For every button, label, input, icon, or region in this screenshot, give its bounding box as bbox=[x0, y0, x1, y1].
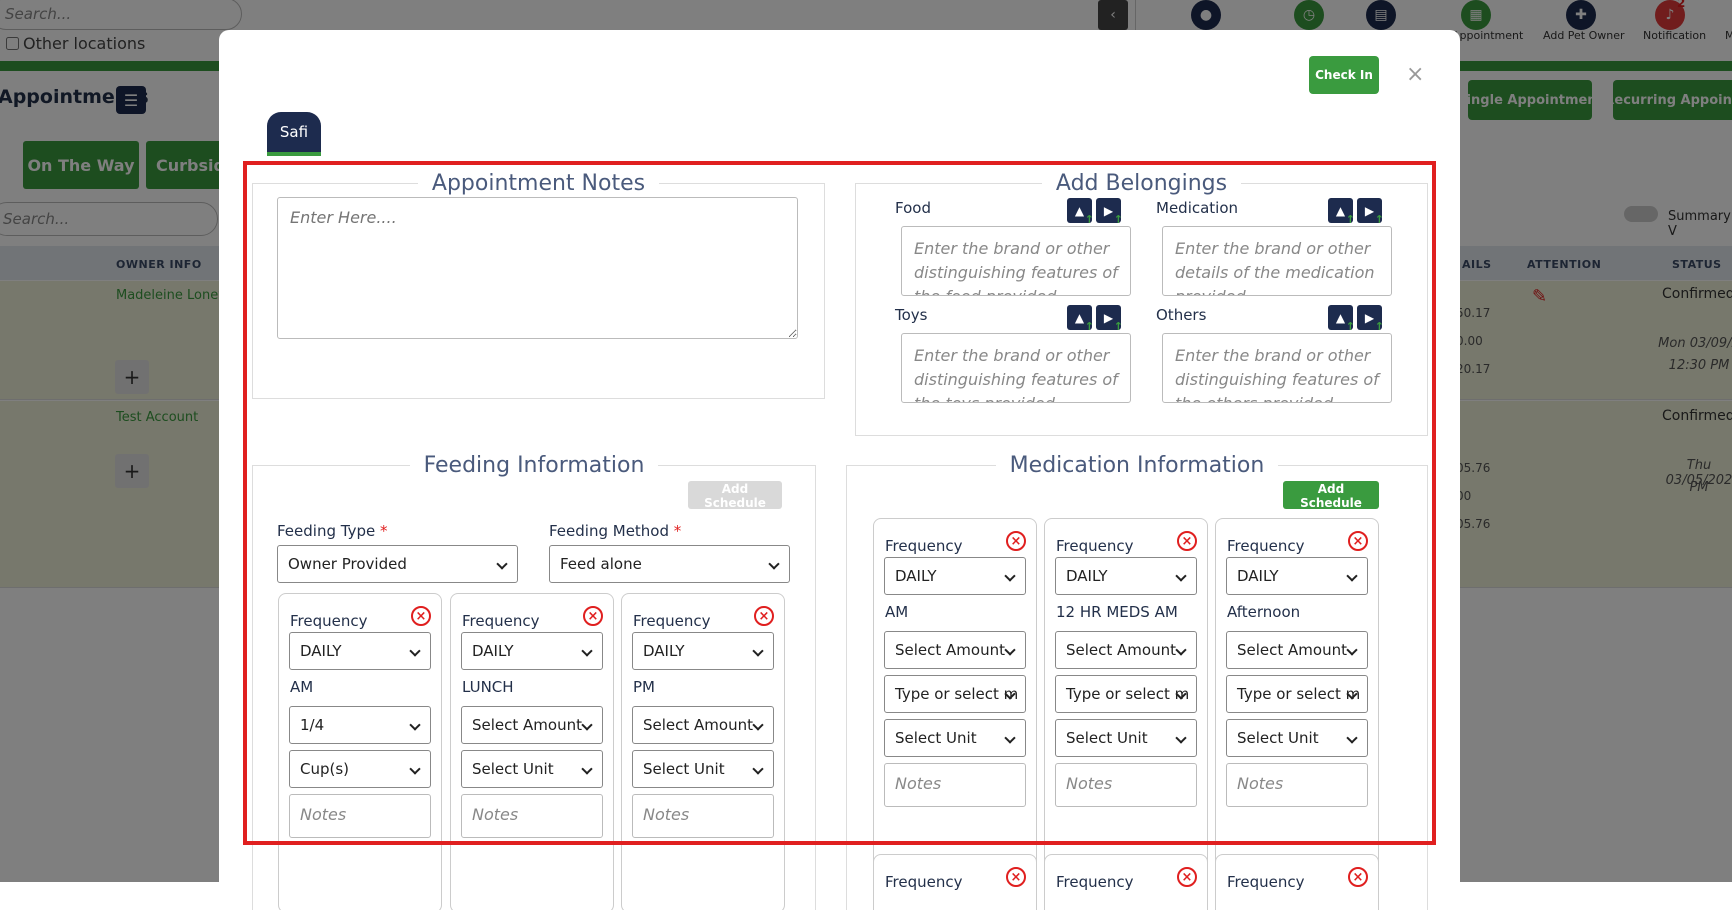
check-in-button[interactable]: Check In bbox=[1309, 56, 1379, 94]
schedule-time-label: 12 HR MEDS AM bbox=[1056, 603, 1178, 621]
medication-input[interactable]: Enter the brand or other details of the … bbox=[1162, 226, 1392, 296]
required-mark: * bbox=[673, 522, 682, 540]
feeding-type-select[interactable]: Owner Provided bbox=[277, 545, 518, 583]
frequency-label: Frequency bbox=[1056, 537, 1134, 555]
schedule-notes-input[interactable]: Notes bbox=[884, 763, 1026, 807]
others-input[interactable]: Enter the brand or other distinguishing … bbox=[1162, 333, 1392, 403]
food-upload-icons: ▲ ↑ ▶ ↑ bbox=[1067, 198, 1123, 226]
feeding-method-label: Feeding Method * bbox=[549, 522, 681, 540]
unit-select[interactable]: Select Unit bbox=[1055, 719, 1197, 757]
schedule-notes-input[interactable]: Notes bbox=[632, 794, 774, 838]
frequency-select[interactable]: DAILY bbox=[1055, 557, 1197, 595]
frequency-label: Frequency bbox=[1227, 537, 1305, 555]
frequency-label: Frequency bbox=[290, 612, 368, 630]
frequency-select[interactable]: DAILY bbox=[289, 632, 431, 670]
frequency-label: Frequency bbox=[633, 612, 711, 630]
feeding-title: Feeding Information bbox=[423, 453, 645, 478]
remove-schedule-icon[interactable]: × bbox=[1348, 531, 1368, 551]
medication-schedule-card: Frequency × DAILY 12 HR MEDS AM Select A… bbox=[1044, 518, 1208, 878]
remove-schedule-icon[interactable]: × bbox=[1006, 867, 1026, 887]
medication-schedule-card: Frequency × bbox=[1215, 854, 1379, 910]
schedule-time-label: Afternoon bbox=[1227, 603, 1301, 621]
feeding-add-schedule-button[interactable]: Add Schedule bbox=[688, 481, 782, 510]
toys-label: Toys bbox=[895, 306, 928, 324]
amount-select[interactable]: Select Amount bbox=[461, 706, 603, 744]
schedule-notes-input[interactable]: Notes bbox=[289, 794, 431, 838]
image-upload-icon[interactable]: ▲ ↑ bbox=[1328, 305, 1355, 333]
frequency-label: Frequency bbox=[1056, 873, 1134, 891]
schedule-notes-input[interactable]: Notes bbox=[1055, 763, 1197, 807]
amount-select[interactable]: Select Amount bbox=[1226, 631, 1368, 669]
frequency-select[interactable]: DAILY bbox=[632, 632, 774, 670]
amount-select[interactable]: Select Amount bbox=[884, 631, 1026, 669]
schedule-notes-input[interactable]: Notes bbox=[1226, 763, 1368, 807]
others-label: Others bbox=[1156, 306, 1207, 324]
medication-schedule-card: Frequency × DAILY AM Select Amount Type … bbox=[873, 518, 1037, 878]
medication-upload-icons: ▲ ↑ ▶ ↑ bbox=[1328, 198, 1384, 226]
remove-schedule-icon[interactable]: × bbox=[1348, 867, 1368, 887]
medication-schedule-card: Frequency × DAILY Afternoon Select Amoun… bbox=[1215, 518, 1379, 878]
feeding-type-label-text: Feeding Type bbox=[277, 522, 376, 540]
amount-select[interactable]: 1/4 bbox=[289, 706, 431, 744]
medication-schedule-card: Frequency × bbox=[873, 854, 1037, 910]
remove-schedule-icon[interactable]: × bbox=[1006, 531, 1026, 551]
schedule-time-label: AM bbox=[885, 603, 909, 621]
schedule-time-label: AM bbox=[290, 678, 314, 696]
required-mark: * bbox=[379, 522, 388, 540]
frequency-select[interactable]: DAILY bbox=[1226, 557, 1368, 595]
frequency-label: Frequency bbox=[885, 537, 963, 555]
unit-select[interactable]: Select Unit bbox=[632, 750, 774, 788]
close-icon[interactable]: × bbox=[1406, 62, 1424, 87]
video-upload-icon[interactable]: ▶ ↑ bbox=[1096, 198, 1123, 226]
others-upload-icons: ▲ ↑ ▶ ↑ bbox=[1328, 305, 1384, 333]
amount-select[interactable]: Select Amount bbox=[1055, 631, 1197, 669]
feeding-method-label-text: Feeding Method bbox=[549, 522, 670, 540]
feeding-schedule-card: Frequency × DAILY PM Select Amount Selec… bbox=[621, 593, 785, 910]
food-label: Food bbox=[895, 199, 931, 217]
image-upload-icon[interactable]: ▲ ↑ bbox=[1328, 198, 1355, 226]
video-upload-icon[interactable]: ▶ ↑ bbox=[1096, 305, 1123, 333]
frequency-select[interactable]: DAILY bbox=[884, 557, 1026, 595]
feeding-schedule-card: Frequency × DAILY LUNCH Select Amount Se… bbox=[450, 593, 614, 910]
medication-select[interactable]: Type or select m bbox=[884, 675, 1026, 713]
amount-select[interactable]: Select Amount bbox=[632, 706, 774, 744]
feeding-schedule-card: Frequency × DAILY AM 1/4 Cup(s) Notes bbox=[278, 593, 442, 910]
frequency-select[interactable]: DAILY bbox=[461, 632, 603, 670]
video-upload-icon[interactable]: ▶ ↑ bbox=[1357, 305, 1384, 333]
image-upload-icon[interactable]: ▲ ↑ bbox=[1067, 305, 1094, 333]
remove-schedule-icon[interactable]: × bbox=[583, 606, 603, 626]
frequency-label: Frequency bbox=[462, 612, 540, 630]
schedule-notes-input[interactable]: Notes bbox=[461, 794, 603, 838]
unit-select[interactable]: Select Unit bbox=[884, 719, 1026, 757]
feeding-type-label: Feeding Type * bbox=[277, 522, 387, 540]
frequency-label: Frequency bbox=[1227, 873, 1305, 891]
appointment-notes-title: Appointment Notes bbox=[431, 171, 646, 196]
appointment-notes-input[interactable] bbox=[277, 197, 798, 339]
schedule-time-label: LUNCH bbox=[462, 678, 514, 696]
frequency-label: Frequency bbox=[885, 873, 963, 891]
video-upload-icon[interactable]: ▶ ↑ bbox=[1357, 198, 1384, 226]
medication-select[interactable]: Type or select m bbox=[1055, 675, 1197, 713]
remove-schedule-icon[interactable]: × bbox=[1177, 531, 1197, 551]
remove-schedule-icon[interactable]: × bbox=[1177, 867, 1197, 887]
medication-add-schedule-button[interactable]: Add Schedule bbox=[1283, 481, 1379, 510]
food-input[interactable]: Enter the brand or other distinguishing … bbox=[901, 226, 1131, 296]
medication-title: Medication Information bbox=[1009, 453, 1265, 478]
medication-schedule-card: Frequency × bbox=[1044, 854, 1208, 910]
unit-select[interactable]: Select Unit bbox=[461, 750, 603, 788]
toys-input[interactable]: Enter the brand or other distinguishing … bbox=[901, 333, 1131, 403]
feeding-method-select[interactable]: Feed alone bbox=[549, 545, 790, 583]
pet-tab-safi[interactable]: Safi bbox=[267, 112, 321, 156]
unit-select[interactable]: Cup(s) bbox=[289, 750, 431, 788]
remove-schedule-icon[interactable]: × bbox=[411, 606, 431, 626]
schedule-time-label: PM bbox=[633, 678, 655, 696]
image-upload-icon[interactable]: ▲ ↑ bbox=[1067, 198, 1094, 226]
check-in-modal: Check In × Safi Appointment Notes Add Be… bbox=[219, 30, 1460, 910]
remove-schedule-icon[interactable]: × bbox=[754, 606, 774, 626]
unit-select[interactable]: Select Unit bbox=[1226, 719, 1368, 757]
medication-select[interactable]: Type or select m bbox=[1226, 675, 1368, 713]
toys-upload-icons: ▲ ↑ ▶ ↑ bbox=[1067, 305, 1123, 333]
medication-label: Medication bbox=[1156, 199, 1239, 217]
belongings-title: Add Belongings bbox=[1055, 171, 1228, 196]
